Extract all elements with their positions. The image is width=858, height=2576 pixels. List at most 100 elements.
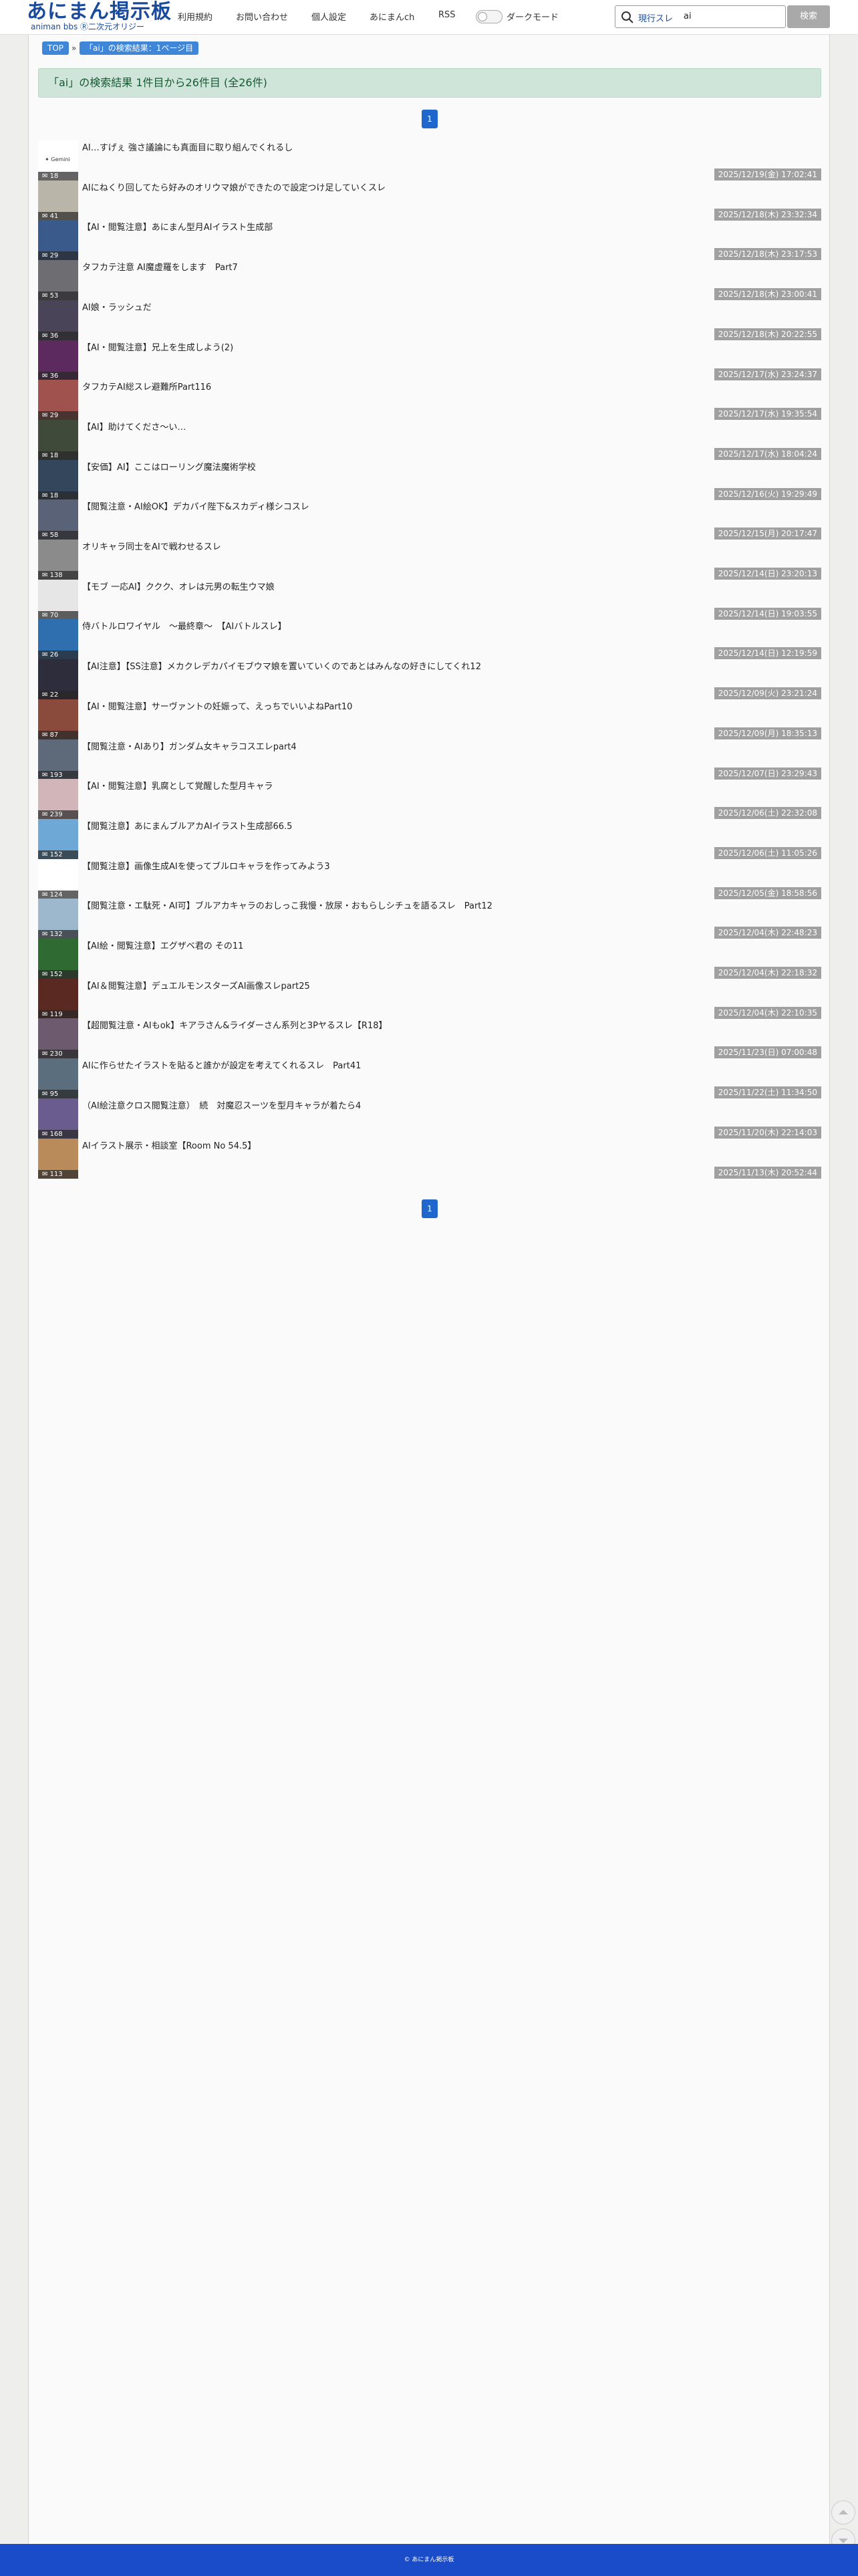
thread-thumbnail[interactable]: ✉ 36 bbox=[38, 300, 78, 340]
thread-row[interactable]: ✉ 70 【モブ 一応AI】ククク、オレは元男の転生ウマ娘 2025/12/14(日… bbox=[38, 579, 821, 620]
thread-thumbnail[interactable]: ✉ 138 bbox=[38, 540, 78, 580]
thread-thumbnail[interactable]: ✉ 22 bbox=[38, 659, 78, 700]
thread-row[interactable]: ✉ 124 【閲覧注意】画像生成AIを使ってブルロキャラを作ってみよう3 2025/… bbox=[38, 858, 821, 899]
thread-title-link[interactable]: タフカテAI総スレ避難所Part116 bbox=[82, 382, 211, 393]
thread-thumbnail[interactable]: ✉ 87 bbox=[38, 699, 78, 739]
thread-row[interactable]: ✉ 87 【AI・閲覧注意】サーヴァントの妊娠って、えっちでいいよねPart10 2… bbox=[38, 699, 821, 739]
search-query-text[interactable]: ai bbox=[684, 11, 692, 21]
thread-title-link[interactable]: 【閲覧注意】あにまんブルアカAIイラスト生成部66.5 bbox=[82, 822, 292, 832]
thread-title-link[interactable]: AIイラスト展示・相談室【Room No 54.5】 bbox=[82, 1141, 256, 1152]
thread-title-link[interactable]: オリキャラ同士をAIで戦わせるスレ bbox=[82, 542, 221, 553]
thread-row[interactable]: ✉ 132 【閲覧注意・エ駄死・AI可】ブルアカキャラのおしっこ我慢・放尿・おもら… bbox=[38, 899, 821, 939]
thread-thumbnail[interactable]: ✉ 132 bbox=[38, 899, 78, 939]
thread-thumbnail[interactable]: ✉ 152 bbox=[38, 818, 78, 859]
thread-title-link[interactable]: 【閲覧注意・AIあり】ガンダム女キャラコスエレpart4 bbox=[82, 742, 297, 753]
thread-row[interactable]: ✉ 29 【AI・閲覧注意】あにまん型月AIイラスト生成部 2025/12/18(木… bbox=[38, 220, 821, 261]
thread-row[interactable]: ✉ 119 【AI＆閲覧注意】デュエルモンスターズAI画像スレpart25 2025… bbox=[38, 978, 821, 1019]
thread-row[interactable]: ✉ 36 【AI・閲覧注意】兄上を生成しよう(2) 2025/12/17(水) 23… bbox=[38, 340, 821, 380]
thread-row[interactable]: ✉ 18 【安価】AI】ここはローリング魔法魔術学校 2025/12/16(火) 1… bbox=[38, 459, 821, 500]
nav-settings-link[interactable]: 個人設定 bbox=[311, 10, 346, 23]
thread-row[interactable]: ✉ 239 【AI・閲覧注意】乳腐として覚醒した型月キャラ 2025/12/06(土… bbox=[38, 779, 821, 820]
thread-row[interactable]: ✉ 230 【超閲覧注意・AIもok】キアラさん&ライダーさん系列と3Pヤるスレ【… bbox=[38, 1018, 821, 1059]
thread-title-link[interactable]: 【AI注意】【SS注意】メカクレデカパイモブウマ娘を置いていくのであとはみんなの… bbox=[82, 662, 481, 673]
thread-row[interactable]: ✉ 26 侍バトルロワイヤル 〜最終章〜 【AIバトルスレ】 2025/12/14(… bbox=[38, 619, 821, 660]
thread-row[interactable]: ✉ 168 （AI絵注意クロス閲覧注意） 続 対魔忍スーツを型月キャラが着たら4 2… bbox=[38, 1098, 821, 1139]
thread-title-link[interactable]: AIにねくり回してたら好みのオリウマ娘ができたので設定つけ足していくスレ bbox=[82, 183, 386, 194]
thread-thumbnail[interactable]: ✉ 29 bbox=[38, 380, 78, 421]
reply-count: ✉ 113 bbox=[38, 1169, 78, 1179]
thread-row[interactable]: ✉ 95 AIに作らせたイラストを貼ると誰かが設定を考えてくれるスレ Part41… bbox=[38, 1058, 821, 1099]
thread-row[interactable]: ✉ 36 AI娘・ラッシュだ 2025/12/18(木) 20:22:55 bbox=[38, 300, 821, 340]
thread-row[interactable]: ✉ 138 オリキャラ同士をAIで戦わせるスレ 2025/12/14(日) 23:2… bbox=[38, 540, 821, 580]
nav-animanch-link[interactable]: あにまんch bbox=[370, 10, 414, 23]
thread-title-link[interactable]: 【AI・閲覧注意】兄上を生成しよう(2) bbox=[82, 343, 233, 354]
thread-thumbnail[interactable]: ✉ 124 bbox=[38, 858, 78, 899]
thread-thumbnail[interactable]: ✉ 29 bbox=[38, 220, 78, 261]
thread-thumbnail[interactable]: ✉ 18 bbox=[38, 419, 78, 460]
thread-date: 2025/11/22(土) 11:34:50 bbox=[714, 1086, 821, 1099]
thread-thumbnail[interactable]: ✉ 53 bbox=[38, 260, 78, 301]
thread-title-link[interactable]: 【AI】助けてくださ〜い… bbox=[82, 423, 186, 433]
nav-terms-link[interactable]: 利用規約 bbox=[178, 10, 212, 23]
thread-row[interactable]: ✦ Gemini ✉ 18 AI…すげぇ 強さ議論にも真面目に取り組んでくれるし 20… bbox=[38, 140, 821, 181]
thread-title-link[interactable]: 【モブ 一応AI】ククク、オレは元男の転生ウマ娘 bbox=[82, 582, 275, 593]
thread-thumbnail[interactable]: ✉ 239 bbox=[38, 779, 78, 820]
thread-title-link[interactable]: AI…すげぇ 強さ議論にも真面目に取り組んでくれるし bbox=[82, 143, 293, 154]
nav-rss-link[interactable]: RSS bbox=[438, 10, 456, 20]
dark-mode-toggle[interactable] bbox=[476, 10, 503, 23]
thread-title-link[interactable]: 【閲覧注意】画像生成AIを使ってブルロキャラを作ってみよう3 bbox=[82, 862, 330, 872]
thread-thumbnail[interactable]: ✉ 113 bbox=[38, 1138, 78, 1179]
thread-thumbnail[interactable]: ✦ Gemini ✉ 18 bbox=[38, 140, 78, 181]
thread-row[interactable]: ✉ 113 AIイラスト展示・相談室【Room No 54.5】 2025/11/1… bbox=[38, 1138, 821, 1179]
thread-thumbnail[interactable]: ✉ 58 bbox=[38, 499, 78, 540]
nav-contact-link[interactable]: お問い合わせ bbox=[236, 10, 288, 23]
thread-title-link[interactable]: 【超閲覧注意・AIもok】キアラさん&ライダーさん系列と3Pヤるスレ【R18】 bbox=[82, 1021, 388, 1032]
thread-title-link[interactable]: 【AI・閲覧注意】サーヴァントの妊娠って、えっちでいいよねPart10 bbox=[82, 702, 352, 713]
site-logo[interactable]: あにまん掲示板 animan bbs Ⓡ二次元オリジー bbox=[27, 1, 171, 32]
thread-title-link[interactable]: 【AI・閲覧注意】あにまん型月AIイラスト生成部 bbox=[82, 223, 273, 233]
scroll-top-button[interactable] bbox=[831, 2500, 855, 2525]
thread-thumbnail[interactable]: ✉ 119 bbox=[38, 978, 78, 1019]
thread-thumbnail[interactable]: ✉ 152 bbox=[38, 939, 78, 979]
thread-row[interactable]: ✉ 22 【AI注意】【SS注意】メカクレデカパイモブウマ娘を置いていくのであとは… bbox=[38, 659, 821, 700]
thread-date: 2025/12/04(木) 22:48:23 bbox=[714, 927, 821, 939]
search-button[interactable]: 検索 bbox=[787, 5, 830, 28]
pagination-bottom-page[interactable]: 1 bbox=[422, 1199, 438, 1218]
thread-row[interactable]: ✉ 152 【閲覧注意】あにまんブルアカAIイラスト生成部66.5 2025/12/… bbox=[38, 818, 821, 859]
comment-icon: ✉ bbox=[42, 651, 50, 659]
reply-count-value: 152 bbox=[49, 971, 63, 978]
search-input[interactable]: 現行スレ ai bbox=[615, 5, 786, 28]
thread-date: 2025/12/09(月) 18:35:13 bbox=[714, 727, 821, 739]
thread-title-link[interactable]: （AI絵注意クロス閲覧注意） 続 対魔忍スーツを型月キャラが着たら4 bbox=[82, 1101, 361, 1112]
toggle-knob bbox=[478, 12, 487, 21]
thread-title-link[interactable]: AIに作らせたイラストを貼ると誰かが設定を考えてくれるスレ Part41 bbox=[82, 1061, 361, 1072]
thread-thumbnail[interactable]: ✉ 168 bbox=[38, 1098, 78, 1139]
thread-title-link[interactable]: 【AI・閲覧注意】乳腐として覚醒した型月キャラ bbox=[82, 782, 273, 792]
thread-row[interactable]: ✉ 193 【閲覧注意・AIあり】ガンダム女キャラコスエレpart4 2025/12… bbox=[38, 739, 821, 780]
breadcrumb-top-link[interactable]: TOP bbox=[42, 41, 69, 55]
thread-thumbnail[interactable]: ✉ 36 bbox=[38, 340, 78, 380]
thread-title-link[interactable]: タフカテ注意 AI魔虚羅をします Part7 bbox=[82, 263, 238, 273]
thread-thumbnail[interactable]: ✉ 41 bbox=[38, 180, 78, 221]
pagination-top-page[interactable]: 1 bbox=[422, 110, 438, 128]
thread-row[interactable]: ✉ 18 【AI】助けてくださ〜い… 2025/12/17(水) 18:04:24 bbox=[38, 419, 821, 460]
thread-title-link[interactable]: AI娘・ラッシュだ bbox=[82, 303, 152, 314]
thread-title-link[interactable]: 【閲覧注意・エ駄死・AI可】ブルアカキャラのおしっこ我慢・放尿・おもらしシチュを… bbox=[82, 901, 492, 912]
search-scope-select[interactable]: 現行スレ bbox=[638, 11, 673, 24]
thread-thumbnail[interactable]: ✉ 70 bbox=[38, 579, 78, 620]
thread-thumbnail[interactable]: ✉ 230 bbox=[38, 1018, 78, 1059]
thread-thumbnail[interactable]: ✉ 95 bbox=[38, 1058, 78, 1099]
thread-title-link[interactable]: 【安価】AI】ここはローリング魔法魔術学校 bbox=[82, 463, 256, 473]
thread-row[interactable]: ✉ 53 タフカテ注意 AI魔虚羅をします Part7 2025/12/18(木) … bbox=[38, 260, 821, 301]
thread-title-link[interactable]: 侍バトルロワイヤル 〜最終章〜 【AIバトルスレ】 bbox=[82, 622, 287, 632]
thread-thumbnail[interactable]: ✉ 193 bbox=[38, 739, 78, 780]
thread-row[interactable]: ✉ 152 【AI絵・閲覧注意】エグザベ君の その11 2025/12/04(木) … bbox=[38, 939, 821, 979]
thread-title-link[interactable]: 【閲覧注意・AI絵OK】デカパイ陛下&スカディ様シコスレ bbox=[82, 502, 309, 513]
thread-row[interactable]: ✉ 41 AIにねくり回してたら好みのオリウマ娘ができたので設定つけ足していくスレ… bbox=[38, 180, 821, 221]
thread-title-link[interactable]: 【AI＆閲覧注意】デュエルモンスターズAI画像スレpart25 bbox=[82, 981, 310, 992]
thread-title-link[interactable]: 【AI絵・閲覧注意】エグザベ君の その11 bbox=[82, 941, 243, 952]
thread-row[interactable]: ✉ 29 タフカテAI総スレ避難所Part116 2025/12/17(水) 19:… bbox=[38, 380, 821, 421]
thread-thumbnail[interactable]: ✉ 26 bbox=[38, 619, 78, 660]
thread-thumbnail[interactable]: ✉ 18 bbox=[38, 459, 78, 500]
thread-row[interactable]: ✉ 58 【閲覧注意・AI絵OK】デカパイ陛下&スカディ様シコスレ 2025/12/… bbox=[38, 499, 821, 540]
